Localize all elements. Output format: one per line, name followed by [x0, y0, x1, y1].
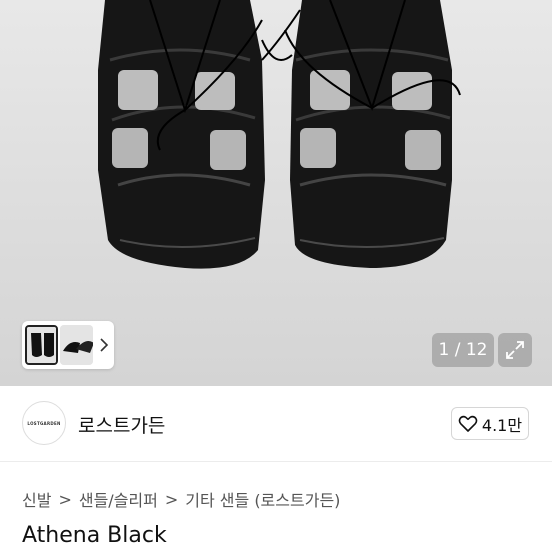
breadcrumb-item-sandals[interactable]: 샌들/슬리퍼	[79, 487, 158, 511]
expand-button[interactable]	[498, 333, 532, 367]
breadcrumb-item-shoes[interactable]: 신발	[22, 487, 51, 511]
product-title: Athena Black	[22, 523, 167, 548]
image-counter: 1 / 12	[432, 333, 494, 367]
expand-icon	[506, 341, 524, 359]
product-image[interactable]: 1 / 12	[0, 0, 552, 386]
thumbnails-next-icon[interactable]	[97, 325, 111, 365]
like-count: 4.1만	[481, 415, 523, 435]
left-shoe	[98, 0, 265, 269]
breadcrumb-item-other-sandals[interactable]: 기타 샌들 (로스트가든)	[185, 487, 340, 511]
shop-row: LOSTGARDEN 로스트가든 4.1만	[0, 386, 552, 462]
like-button[interactable]: 4.1만	[451, 407, 529, 440]
heart-icon	[458, 415, 478, 432]
shop-name[interactable]: 로스트가든	[78, 411, 165, 438]
thumbnail-2[interactable]	[59, 325, 93, 365]
thumbnail-1[interactable]	[25, 325, 58, 365]
shop-logo[interactable]: LOSTGARDEN	[22, 401, 66, 445]
shop-logo-text: LOSTGARDEN	[27, 420, 61, 426]
breadcrumb: 신발 > 샌들/슬리퍼 > 기타 샌들 (로스트가든)	[22, 487, 340, 511]
right-shoe	[284, 0, 461, 268]
thumbnail-strip[interactable]	[22, 321, 114, 369]
breadcrumb-separator: >	[164, 489, 179, 509]
breadcrumb-separator: >	[58, 489, 72, 509]
